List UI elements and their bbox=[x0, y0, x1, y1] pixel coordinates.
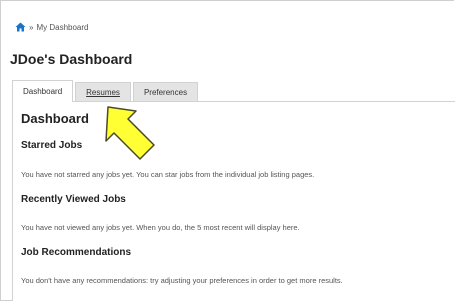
pointer-arrow-icon bbox=[105, 106, 155, 160]
job-recommendations-text: You don't have any recommendations: try … bbox=[21, 276, 343, 285]
starred-jobs-text: You have not starred any jobs yet. You c… bbox=[21, 170, 315, 179]
home-icon[interactable] bbox=[15, 22, 26, 32]
page-title: JDoe's Dashboard bbox=[10, 51, 133, 67]
breadcrumb-separator: » bbox=[29, 22, 34, 32]
job-recommendations-heading: Job Recommendations bbox=[21, 247, 132, 258]
recently-viewed-heading: Recently Viewed Jobs bbox=[21, 194, 126, 205]
tab-bar: Dashboard Resumes Preferences bbox=[12, 80, 200, 102]
tab-dashboard[interactable]: Dashboard bbox=[12, 80, 74, 102]
panel-heading: Dashboard bbox=[21, 111, 89, 126]
breadcrumb-current: My Dashboard bbox=[36, 22, 89, 32]
tab-resumes[interactable]: Resumes bbox=[75, 82, 131, 102]
breadcrumb: » My Dashboard bbox=[15, 22, 88, 32]
recently-viewed-text: You have not viewed any jobs yet. When y… bbox=[21, 223, 300, 232]
tab-preferences[interactable]: Preferences bbox=[132, 82, 199, 102]
starred-jobs-heading: Starred Jobs bbox=[21, 140, 83, 151]
